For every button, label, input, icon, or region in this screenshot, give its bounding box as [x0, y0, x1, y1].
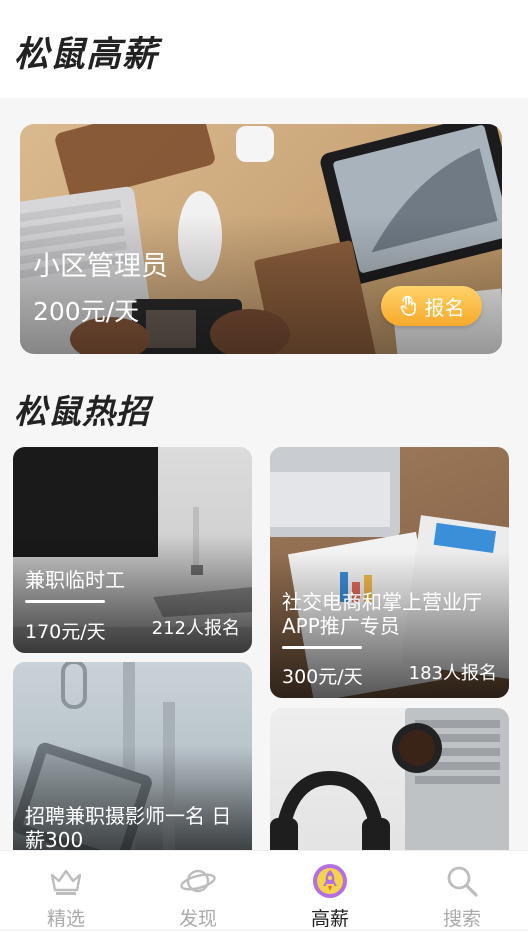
nav-item-discover[interactable]: 发现 [132, 851, 264, 930]
job-title: 社交电商和掌上营业厅APP推广专员 [282, 590, 482, 638]
job-pay: 300元/天 [282, 666, 363, 688]
app-header: 松鼠高薪 [0, 0, 528, 98]
job-photo [270, 708, 509, 868]
signup-button[interactable]: 报名 [381, 286, 482, 326]
nav-item-featured[interactable]: 精选 [0, 851, 132, 930]
section-title: 松鼠热招 [14, 392, 150, 431]
app-title: 松鼠高薪 [14, 35, 159, 75]
job-card[interactable]: 兼职临时工 170元/天 212人报名 [13, 447, 252, 653]
hand-pointer-icon [400, 295, 416, 316]
job-title: 兼职临时工 [25, 568, 125, 592]
nav-label: 精选 [46, 908, 85, 930]
featured-job-card[interactable]: 小区管理员 200元/天 报名 [20, 124, 502, 354]
nav-label: 高薪 [310, 908, 349, 930]
job-card[interactable] [270, 708, 509, 868]
rocket-icon [313, 864, 347, 898]
nav-label: 发现 [178, 908, 217, 930]
job-title: 招聘兼职摄影师一名 日薪300 [25, 804, 232, 852]
job-pay: 170元/天 [25, 621, 106, 643]
job-card[interactable]: 招聘兼职摄影师一名 日薪300 [13, 662, 252, 862]
nav-label: 搜索 [442, 908, 481, 930]
title-underline [25, 600, 105, 603]
nav-item-search[interactable]: 搜索 [396, 851, 528, 930]
title-underline [282, 646, 362, 649]
signup-label: 报名 [424, 295, 465, 320]
search-icon [447, 866, 478, 897]
featured-job-salary: 200元/天 [33, 297, 140, 326]
featured-shade [20, 214, 502, 354]
job-card[interactable]: 社交电商和掌上营业厅APP推广专员 300元/天 183人报名 [270, 447, 509, 698]
job-applicants: 212人报名 [151, 618, 240, 639]
crown-icon [50, 869, 82, 895]
nav-item-high-salary[interactable]: 高薪 [264, 851, 396, 930]
bottom-nav: 精选 发现 高薪 搜索 [0, 850, 528, 930]
featured-job-title: 小区管理员 [33, 251, 168, 282]
planet-icon [180, 869, 216, 893]
job-applicants: 183人报名 [408, 663, 497, 684]
